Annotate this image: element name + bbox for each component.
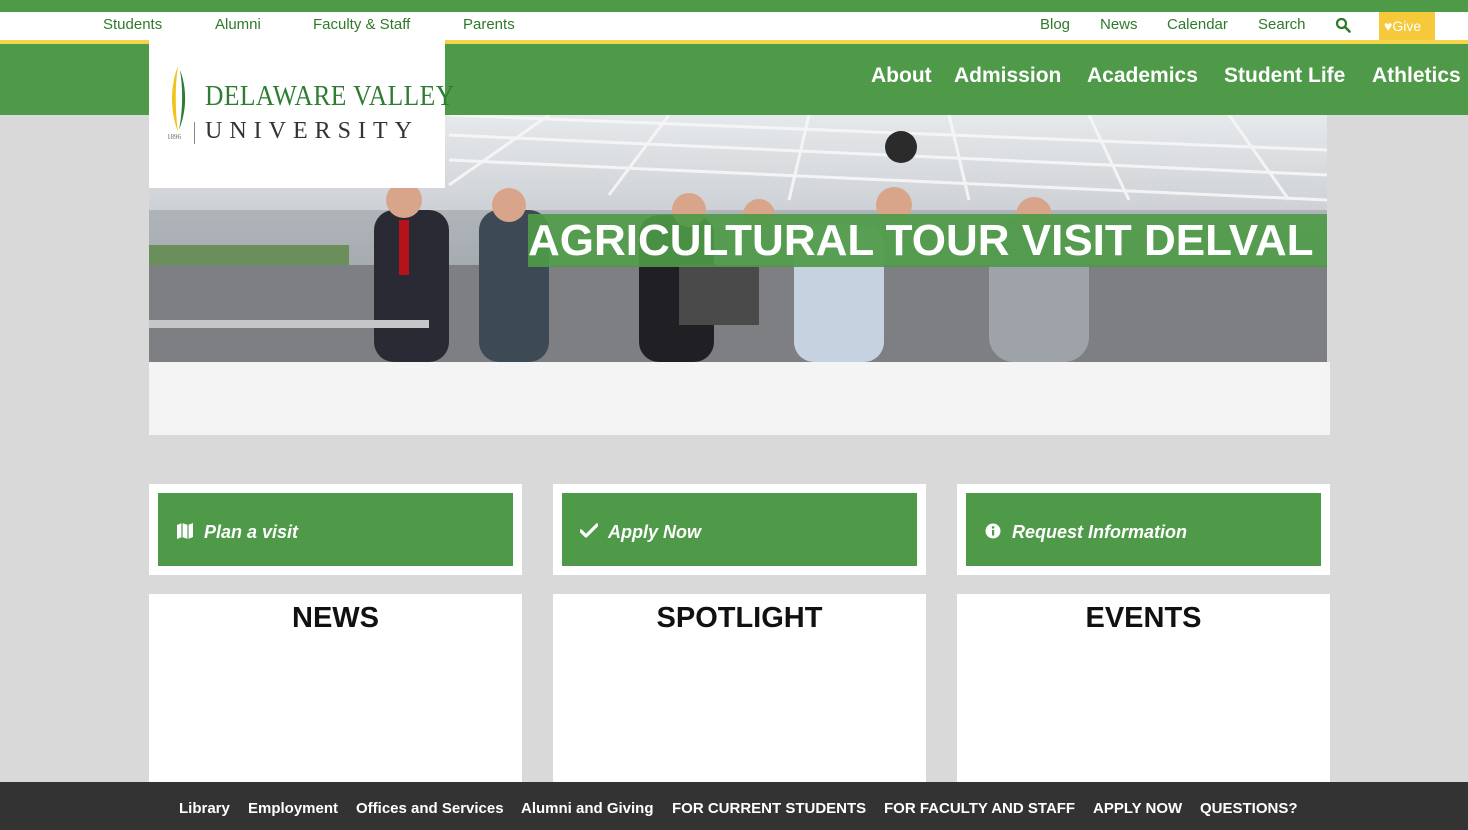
logo-divider	[194, 122, 195, 144]
top-green-strip	[0, 0, 1468, 12]
news-heading: NEWS	[292, 602, 379, 634]
util-link-search[interactable]: Search	[1258, 16, 1306, 33]
university-logo[interactable]: 1896 DELAWARE VALLEY UNIVERSITY	[149, 40, 454, 188]
plan-visit-label: Plan a visit	[204, 522, 299, 542]
footer-link-library[interactable]: Library	[179, 800, 230, 817]
logo-year: 1896	[167, 133, 181, 141]
footer-link-questions[interactable]: QUESTIONS?	[1200, 800, 1298, 817]
logo-name: DELAWARE VALLEY	[205, 80, 455, 112]
nav-about[interactable]: About	[871, 64, 932, 88]
logo-subtitle: UNIVERSITY	[205, 118, 419, 144]
footer-link-employment[interactable]: Employment	[248, 800, 338, 817]
check-icon	[580, 523, 598, 538]
footer-link-offices-services[interactable]: Offices and Services	[356, 800, 504, 817]
nav-academics[interactable]: Academics	[1087, 64, 1198, 88]
apply-now-button[interactable]: Apply Now	[562, 493, 917, 566]
info-icon	[985, 523, 1001, 539]
footer-link-faculty-staff[interactable]: FOR FACULTY AND STAFF	[884, 800, 1075, 817]
give-button[interactable]: ♥Give	[1379, 12, 1435, 40]
util-link-faculty-staff[interactable]: Faculty & Staff	[313, 16, 410, 33]
hero-caption-area	[149, 362, 1330, 435]
util-link-alumni[interactable]: Alumni	[215, 16, 261, 33]
search-icon[interactable]	[1335, 17, 1351, 33]
footer-link-current-students[interactable]: FOR CURRENT STUDENTS	[672, 800, 866, 817]
footer-link-apply-now[interactable]: APPLY NOW	[1093, 800, 1182, 817]
util-link-blog[interactable]: Blog	[1040, 16, 1070, 33]
nav-admission[interactable]: Admission	[954, 64, 1061, 88]
give-label: Give	[1392, 18, 1422, 34]
util-link-news[interactable]: News	[1100, 16, 1138, 33]
request-info-button[interactable]: Request Information	[966, 493, 1321, 566]
hero-title: AGRICULTURAL TOUR VISIT DELVAL	[528, 214, 1327, 267]
nav-student-life[interactable]: Student Life	[1224, 64, 1345, 88]
cta-card-plan-visit: Plan a visit	[149, 484, 522, 575]
plan-visit-button[interactable]: Plan a visit	[158, 493, 513, 566]
events-panel: EVENTS	[957, 594, 1330, 794]
cta-card-request-info: Request Information	[957, 484, 1330, 575]
news-panel: NEWS	[149, 594, 522, 794]
apply-now-label: Apply Now	[608, 522, 701, 542]
spotlight-panel: SPOTLIGHT	[553, 594, 926, 794]
request-info-label: Request Information	[1012, 522, 1188, 542]
map-icon	[177, 523, 193, 539]
nav-athletics[interactable]: Athletics	[1372, 64, 1461, 88]
events-heading: EVENTS	[1085, 602, 1202, 634]
footer-link-alumni-giving[interactable]: Alumni and Giving	[521, 800, 654, 817]
util-link-parents[interactable]: Parents	[463, 16, 515, 33]
leaf-logo-icon	[172, 66, 186, 132]
cta-card-apply: Apply Now	[553, 484, 926, 575]
util-link-calendar[interactable]: Calendar	[1167, 16, 1228, 33]
spotlight-heading: SPOTLIGHT	[656, 602, 823, 634]
util-link-students[interactable]: Students	[103, 16, 162, 33]
